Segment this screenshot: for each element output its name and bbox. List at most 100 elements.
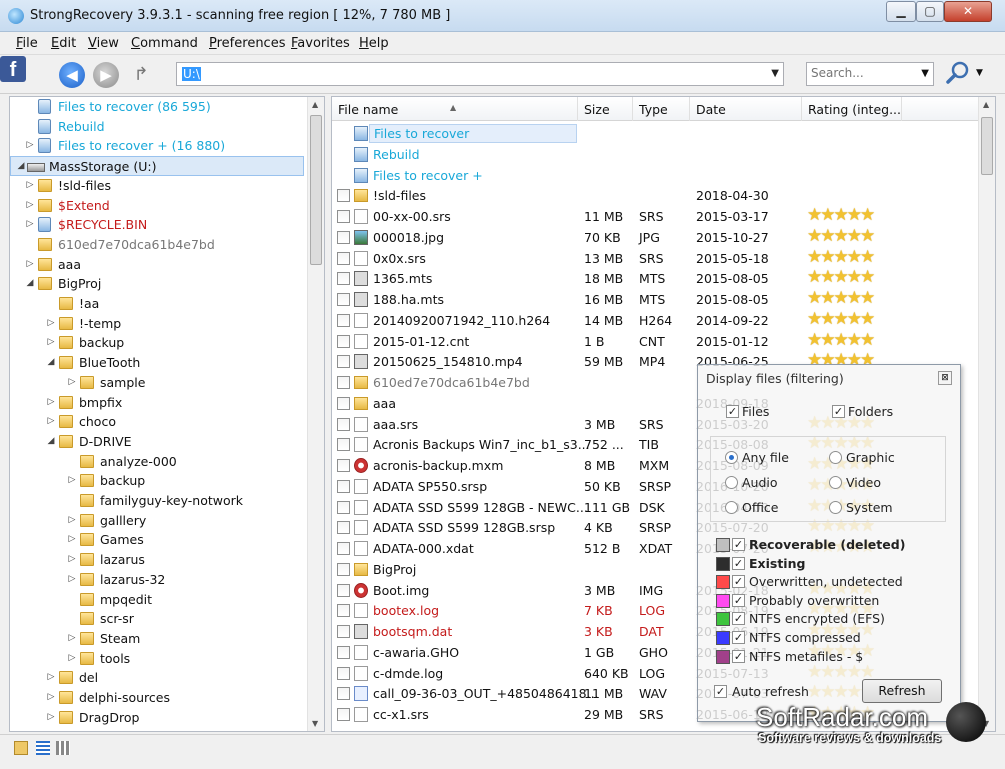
row-checkbox[interactable] (337, 376, 350, 389)
expand-arrow-icon[interactable]: ▷ (45, 668, 57, 687)
row-checkbox[interactable] (337, 625, 350, 638)
menu-preferences[interactable]: Preferences (209, 36, 285, 51)
state-checkbox[interactable]: ✓ (732, 557, 745, 570)
expand-arrow-icon[interactable]: ▷ (45, 333, 57, 352)
state-checkbox[interactable]: ✓ (732, 631, 745, 644)
row-checkbox[interactable] (337, 667, 350, 680)
scroll-up-icon[interactable]: ▲ (312, 100, 318, 109)
search-combobox[interactable]: ▼ (806, 62, 934, 86)
expand-arrow-icon[interactable]: ▷ (45, 412, 57, 431)
row-checkbox[interactable] (337, 521, 350, 534)
expand-arrow-icon[interactable]: ▷ (45, 393, 57, 412)
forward-arrow-icon[interactable]: ▶ (93, 62, 119, 88)
state-checkbox[interactable]: ✓ (732, 612, 745, 625)
scroll-thumb[interactable] (981, 117, 993, 175)
state-checkbox[interactable]: ✓ (732, 594, 745, 607)
state-checkbox[interactable]: ✓ (732, 575, 745, 588)
radio-graphic[interactable] (829, 451, 842, 464)
menu-command[interactable]: Command (131, 36, 198, 51)
file-row[interactable]: 2015-01-12.cnt 1 B CNT 2015-01-12 ★★★★★ (332, 330, 978, 352)
row-checkbox[interactable] (337, 418, 350, 431)
chevron-down-icon[interactable]: ▼ (921, 68, 929, 79)
row-checkbox[interactable] (337, 459, 350, 472)
tree-view-icon[interactable] (14, 741, 28, 755)
radio-audio[interactable] (725, 476, 738, 489)
row-checkbox[interactable] (337, 355, 350, 368)
row-checkbox[interactable] (337, 397, 350, 410)
radio-any-file[interactable] (725, 451, 738, 464)
row-checkbox[interactable] (337, 501, 350, 514)
chevron-down-icon[interactable]: ▼ (771, 68, 779, 79)
file-row[interactable]: 188.ha.mts 16 MB MTS 2015-08-05 ★★★★★ (332, 288, 978, 310)
expand-arrow-icon[interactable]: ▷ (24, 255, 36, 274)
row-checkbox[interactable] (337, 314, 350, 327)
search-icon[interactable] (943, 60, 973, 88)
scroll-up-icon[interactable]: ▲ (983, 100, 989, 109)
expand-arrow-icon[interactable]: ▷ (24, 136, 36, 155)
row-checkbox[interactable] (337, 708, 350, 721)
menu-file[interactable]: File (16, 36, 38, 51)
file-row[interactable]: 00-xx-00.srs 11 MB SRS 2015-03-17 ★★★★★ (332, 205, 978, 227)
refresh-button[interactable]: Refresh (862, 679, 942, 703)
expand-arrow-icon[interactable]: ▷ (66, 649, 78, 668)
folder-tree[interactable]: Files to recover (86 595) Rebuild ▷ Files t… (9, 96, 325, 732)
row-checkbox[interactable] (337, 604, 350, 617)
maximize-button[interactable]: ▢ (916, 1, 944, 22)
file-row[interactable]: Files to recover (332, 123, 978, 144)
scroll-down-icon[interactable]: ▼ (312, 719, 318, 728)
grid-view-icon[interactable] (56, 741, 70, 755)
column-header-size[interactable]: Size (578, 97, 633, 121)
minimize-button[interactable]: ▁ (886, 1, 916, 22)
expand-arrow-icon[interactable]: ▷ (66, 570, 78, 589)
row-checkbox[interactable] (337, 293, 350, 306)
expand-arrow-icon[interactable]: ▷ (24, 176, 36, 195)
menu-view[interactable]: View (88, 36, 119, 51)
up-folder-icon[interactable]: ↱ (128, 62, 154, 88)
facebook-icon[interactable]: f (0, 56, 26, 82)
file-row[interactable]: !sld-files 2018-04-30 (332, 185, 978, 206)
column-header-name[interactable]: File name ▲ (332, 97, 578, 121)
expand-arrow-icon[interactable]: ◢ (45, 432, 57, 451)
tree-scrollbar[interactable]: ▲ ▼ (307, 97, 324, 731)
file-row[interactable]: Rebuild (332, 144, 978, 165)
expand-arrow-icon[interactable]: ▷ (45, 708, 57, 727)
file-row[interactable]: 1365.mts 18 MB MTS 2015-08-05 ★★★★★ (332, 267, 978, 289)
back-arrow-icon[interactable]: ◀ (59, 62, 85, 88)
row-checkbox[interactable] (337, 584, 350, 597)
expand-arrow-icon[interactable]: ▷ (66, 550, 78, 569)
scroll-thumb[interactable] (310, 115, 322, 265)
row-checkbox[interactable] (337, 687, 350, 700)
row-checkbox[interactable] (337, 563, 350, 576)
menu-favorites[interactable]: Favorites (291, 36, 350, 51)
file-row[interactable]: Files to recover + (332, 165, 978, 186)
path-combobox[interactable]: U:\ ▼ (176, 62, 784, 86)
expand-arrow-icon[interactable]: ▷ (24, 215, 36, 234)
auto-refresh-checkbox[interactable]: ✓ (714, 685, 727, 698)
file-row[interactable]: 0x0x.srs 13 MB SRS 2015-05-18 ★★★★★ (332, 247, 978, 269)
tree-item[interactable]: ◢ MassStorage (U:) (10, 156, 304, 176)
chevron-down-icon[interactable]: ▼ (976, 68, 983, 78)
row-checkbox[interactable] (337, 542, 350, 555)
folders-checkbox[interactable]: ✓ (832, 405, 845, 418)
expand-arrow-icon[interactable]: ◢ (15, 157, 27, 176)
column-header-rating[interactable]: Rating (integ... (802, 97, 902, 121)
menu-help[interactable]: Help (359, 36, 389, 51)
expand-arrow-icon[interactable]: ▷ (66, 471, 78, 490)
expand-arrow-icon[interactable]: ▷ (66, 373, 78, 392)
menu-edit[interactable]: Edit (51, 36, 76, 51)
files-checkbox[interactable]: ✓ (726, 405, 739, 418)
file-row[interactable]: 000018.jpg 70 KB JPG 2015-10-27 ★★★★★ (332, 226, 978, 248)
list-view-icon[interactable] (36, 741, 50, 755)
expand-arrow-icon[interactable]: ◢ (45, 353, 57, 372)
row-checkbox[interactable] (337, 210, 350, 223)
state-checkbox[interactable]: ✓ (732, 650, 745, 663)
expand-arrow-icon[interactable]: ▷ (24, 196, 36, 215)
expand-arrow-icon[interactable]: ▷ (45, 314, 57, 333)
close-button[interactable]: ✕ (944, 1, 992, 22)
row-checkbox[interactable] (337, 231, 350, 244)
file-row[interactable]: 20140920071942_110.h264 14 MB H264 2014-09-… (332, 309, 978, 331)
row-checkbox[interactable] (337, 438, 350, 451)
column-header-date[interactable]: Date (690, 97, 802, 121)
search-input[interactable] (811, 66, 911, 80)
row-checkbox[interactable] (337, 480, 350, 493)
